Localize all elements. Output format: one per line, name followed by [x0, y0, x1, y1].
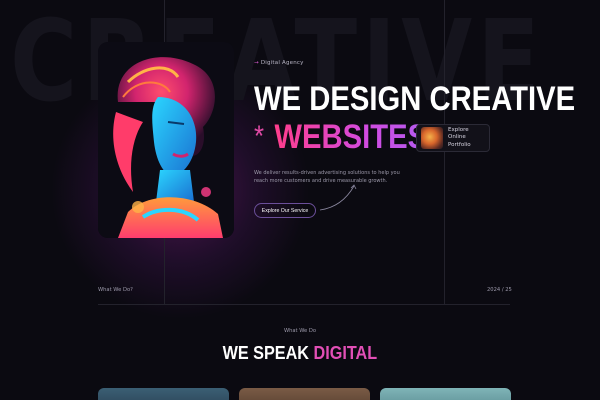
eyebrow-label: → Digital Agency	[254, 60, 304, 66]
hero-headline-line2: * WEBSITES	[254, 120, 427, 154]
curved-arrow-icon	[319, 184, 357, 211]
portfolio-line1: Explore Online	[448, 126, 469, 141]
portfolio-link[interactable]: Explore Online Portfolio	[416, 124, 490, 152]
service-card[interactable]	[98, 388, 229, 400]
year-label: 2024 / 25	[487, 287, 512, 293]
hero-headline-line1: WE DESIGN CREATIVE	[254, 80, 576, 118]
divider	[98, 304, 510, 305]
section-title-accent: DIGITAL	[313, 343, 378, 363]
asterisk-icon: *	[254, 120, 265, 153]
arrow-icon: →	[254, 60, 259, 66]
hero-headline-accent: WEBSITES	[274, 118, 428, 156]
what-we-do-label: What We Do?	[98, 287, 133, 293]
eyebrow-text: Digital Agency	[260, 60, 304, 66]
section-title: WE SPEAK DIGITAL	[0, 343, 600, 364]
service-card[interactable]	[239, 388, 370, 400]
hero-portrait-image	[98, 42, 234, 238]
guide-line	[444, 0, 445, 304]
service-card[interactable]	[380, 388, 511, 400]
page: CREATIVE → Digital Agency WE DESIGN CREA…	[0, 0, 600, 400]
explore-service-button[interactable]: Explore Our Service	[254, 203, 316, 218]
section-title-plain: WE SPEAK	[222, 343, 310, 363]
portfolio-link-label: Explore Online Portfolio	[448, 127, 485, 149]
portfolio-thumbnail	[421, 127, 443, 149]
section-subtitle: What We Do	[283, 328, 317, 334]
portfolio-line2: Portfolio	[448, 141, 471, 148]
